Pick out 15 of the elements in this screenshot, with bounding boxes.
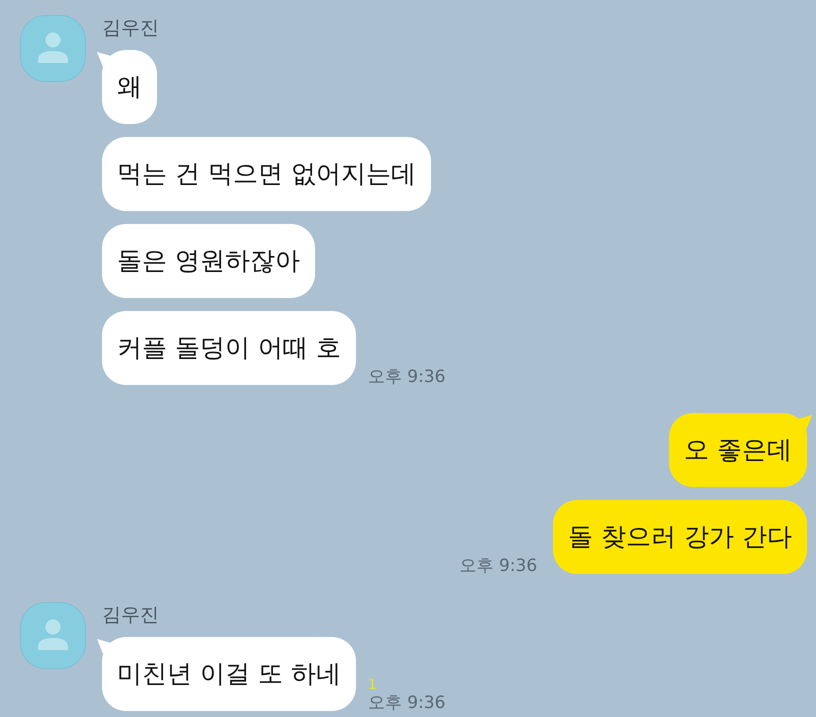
sender-name: 김우진 (102, 603, 159, 628)
message-bubble: 먹는 건 먹으면 없어지는데 (102, 137, 431, 211)
unread-count: 1 (368, 677, 377, 693)
message-time: 오후 9:36 (368, 367, 446, 388)
person-avatar-icon[interactable] (20, 602, 86, 669)
message-bubble: 돌은 영원하잖아 (102, 224, 315, 298)
message-time: 오후 9:36 (368, 693, 446, 714)
message-time: 오후 9:36 (460, 556, 538, 577)
message-bubble: 왜 (97, 50, 157, 124)
message-bubble: 커플 돌덩이 어때 호 (102, 311, 356, 385)
person-avatar-icon[interactable] (20, 15, 86, 82)
message-bubble: 미친년 이걸 또 하네 (97, 637, 356, 711)
message-bubble: 돌 찾으러 강가 간다 (553, 500, 807, 574)
sender-name: 김우진 (102, 16, 159, 41)
message-bubble: 오 좋은데 (669, 413, 812, 487)
